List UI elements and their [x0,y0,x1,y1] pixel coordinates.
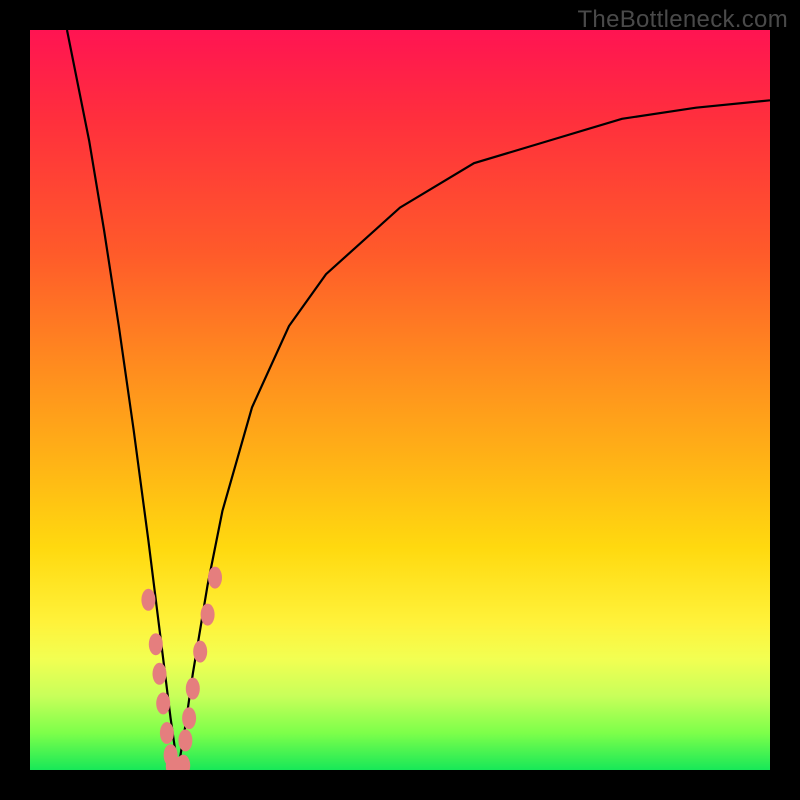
data-marker [156,692,170,714]
data-marker [149,633,163,655]
chart-frame: TheBottleneck.com [0,0,800,800]
marker-cluster-bottom [166,755,190,770]
data-marker [176,755,190,770]
data-marker [153,663,167,685]
data-marker [208,567,222,589]
bottleneck-chart-svg [30,30,770,770]
data-marker [186,678,200,700]
data-marker [166,755,180,770]
curve-layer [67,30,770,770]
data-marker [141,589,155,611]
data-marker [193,641,207,663]
data-marker [171,757,185,770]
data-marker [160,722,174,744]
plot-area [30,30,770,770]
data-marker [178,729,192,751]
marker-cluster-left [141,589,177,766]
bottleneck-curve-line [67,30,770,770]
data-marker [164,744,178,766]
marker-cluster-right [178,567,222,752]
data-marker [201,604,215,626]
data-marker [182,707,196,729]
